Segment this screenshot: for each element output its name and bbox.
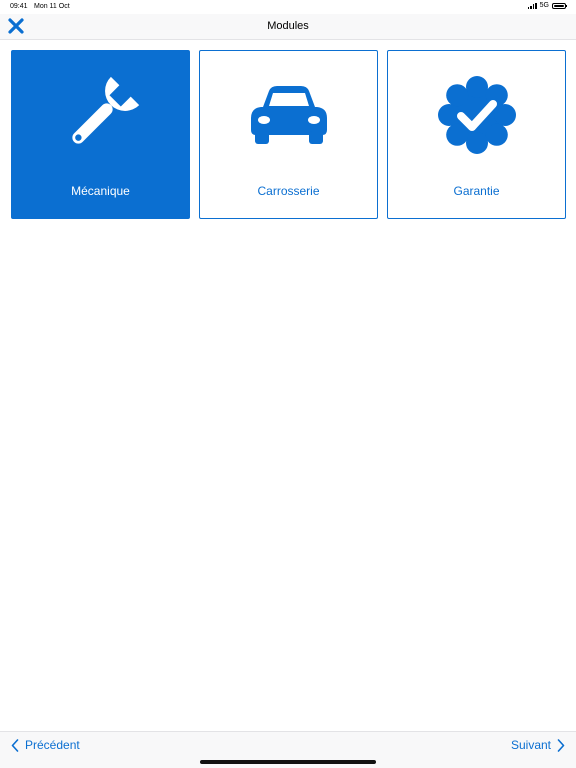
car-icon: [250, 86, 327, 144]
next-label: Suivant: [510, 738, 551, 752]
module-tile-mecanique[interactable]: Mécanique: [11, 50, 190, 219]
home-indicator[interactable]: [200, 760, 376, 764]
bottom-toolbar: Précédent Suivant: [0, 731, 576, 768]
previous-button[interactable]: Précédent: [11, 738, 80, 752]
status-date: Mon 11 Oct: [34, 3, 70, 10]
module-grid: Mécanique Carrosserie Garantie: [11, 50, 566, 219]
status-bar: 09:41 Mon 11 Oct 5G: [0, 0, 576, 14]
status-indicators: 5G: [527, 2, 567, 9]
page-title: Modules: [267, 20, 309, 32]
network-label: 5G: [539, 2, 549, 9]
module-tile-garantie[interactable]: Garantie: [387, 50, 566, 219]
chevron-left-icon: [11, 738, 19, 752]
battery-icon: [552, 2, 567, 9]
wrench-icon: [71, 76, 139, 144]
status-time: 09:41: [10, 3, 28, 10]
module-label: Mécanique: [71, 184, 130, 198]
next-button[interactable]: Suivant: [511, 738, 565, 752]
module-label: Garantie: [453, 184, 500, 198]
chevron-right-icon: [557, 738, 565, 752]
signal-icon: [527, 2, 537, 9]
module-label: Carrosserie: [257, 184, 320, 198]
module-tile-carrosserie[interactable]: Carrosserie: [199, 50, 378, 219]
navigation-bar: Modules: [0, 14, 576, 40]
verified-badge-icon: [437, 76, 516, 154]
previous-label: Précédent: [25, 738, 80, 752]
